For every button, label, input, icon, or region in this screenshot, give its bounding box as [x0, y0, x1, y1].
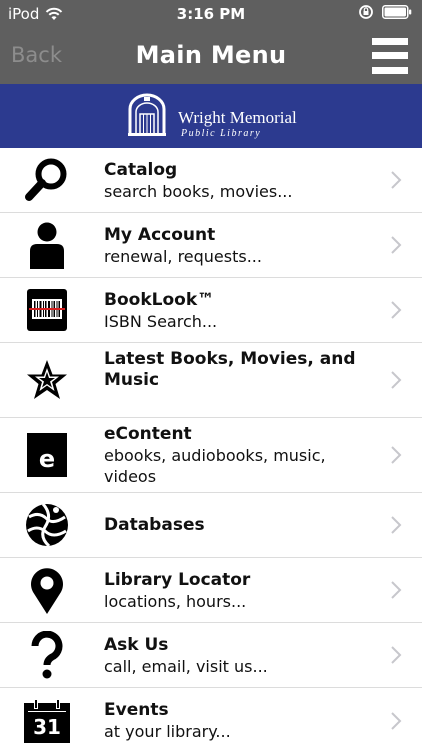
library-banner: Wright Memorial Public Library	[0, 84, 422, 148]
menu-item-databases[interactable]: Databases	[0, 493, 422, 558]
menu-item-title: Events	[104, 700, 169, 720]
chevron-right-icon	[391, 516, 402, 534]
menu-item-title: My Account	[104, 225, 216, 245]
menu-item-subtitle: at your library...	[104, 722, 231, 741]
menu-item-title: eContent	[104, 424, 192, 444]
menu-item-econtent[interactable]: e eContent ebooks, audiobooks, music, vi…	[0, 418, 422, 493]
menu-item-subtitle: ISBN Search...	[104, 312, 218, 331]
barcode-icon	[20, 283, 74, 337]
calendar-day: 31	[33, 715, 61, 739]
menu-item-subtitle: renewal, requests...	[104, 247, 262, 266]
chevron-right-icon	[391, 646, 402, 664]
econtent-badge: e	[27, 433, 67, 477]
map-pin-icon	[20, 563, 74, 617]
person-icon	[20, 218, 74, 272]
chevron-right-icon	[391, 301, 402, 319]
page-title: Main Menu	[135, 41, 287, 69]
menu-item-subtitle: locations, hours...	[104, 592, 247, 611]
menu-item-title: Library Locator	[104, 570, 251, 590]
status-right	[358, 4, 412, 20]
menu-item-subtitle: search books, movies...	[104, 182, 293, 201]
chevron-right-icon	[391, 371, 402, 389]
chevron-right-icon	[391, 446, 402, 464]
menu-item-title: Ask Us	[104, 635, 169, 655]
menu-item-library-locator[interactable]: Library Locator locations, hours...	[0, 558, 422, 623]
econtent-icon: e	[20, 428, 74, 482]
menu-item-ask-us[interactable]: Ask Us call, email, visit us...	[0, 623, 422, 688]
menu-item-booklook[interactable]: BookLook™ ISBN Search...	[0, 278, 422, 343]
menu-item-latest[interactable]: Latest Books, Movies, and Music	[0, 343, 422, 418]
globe-icon	[20, 498, 74, 552]
question-icon	[20, 628, 74, 682]
hamburger-menu-icon[interactable]	[372, 38, 408, 74]
menu-item-subtitle: ebooks, audiobooks, music, videos	[104, 446, 326, 486]
calendar-icon: 31	[20, 694, 74, 748]
menu-item-title: Databases	[104, 515, 205, 535]
menu-item-catalog[interactable]: Catalog search books, movies...	[0, 148, 422, 213]
chevron-right-icon	[391, 171, 402, 189]
chevron-right-icon	[391, 236, 402, 254]
menu-item-title: Catalog	[104, 160, 178, 180]
battery-icon	[382, 5, 412, 19]
menu-item-title: Latest Books, Movies, and Music	[104, 349, 356, 390]
search-icon	[20, 153, 74, 207]
menu-item-title: BookLook™	[104, 290, 215, 310]
nav-bar: Back Main Menu	[0, 28, 422, 84]
chevron-right-icon	[391, 581, 402, 599]
menu-item-my-account[interactable]: My Account renewal, requests...	[0, 213, 422, 278]
menu-item-events[interactable]: 31 Events at your library...	[0, 688, 422, 754]
menu-item-subtitle: call, email, visit us...	[104, 657, 268, 676]
library-logo-icon	[128, 93, 166, 136]
library-subtitle: Public Library	[181, 128, 262, 139]
chevron-right-icon	[391, 712, 402, 730]
status-bar: iPod 3:16 PM	[0, 0, 422, 28]
main-menu-list: Catalog search books, movies... My Accou…	[0, 148, 422, 754]
star-icon	[20, 353, 74, 407]
orientation-lock-icon	[359, 5, 373, 19]
library-name: Wright Memorial	[178, 108, 297, 127]
